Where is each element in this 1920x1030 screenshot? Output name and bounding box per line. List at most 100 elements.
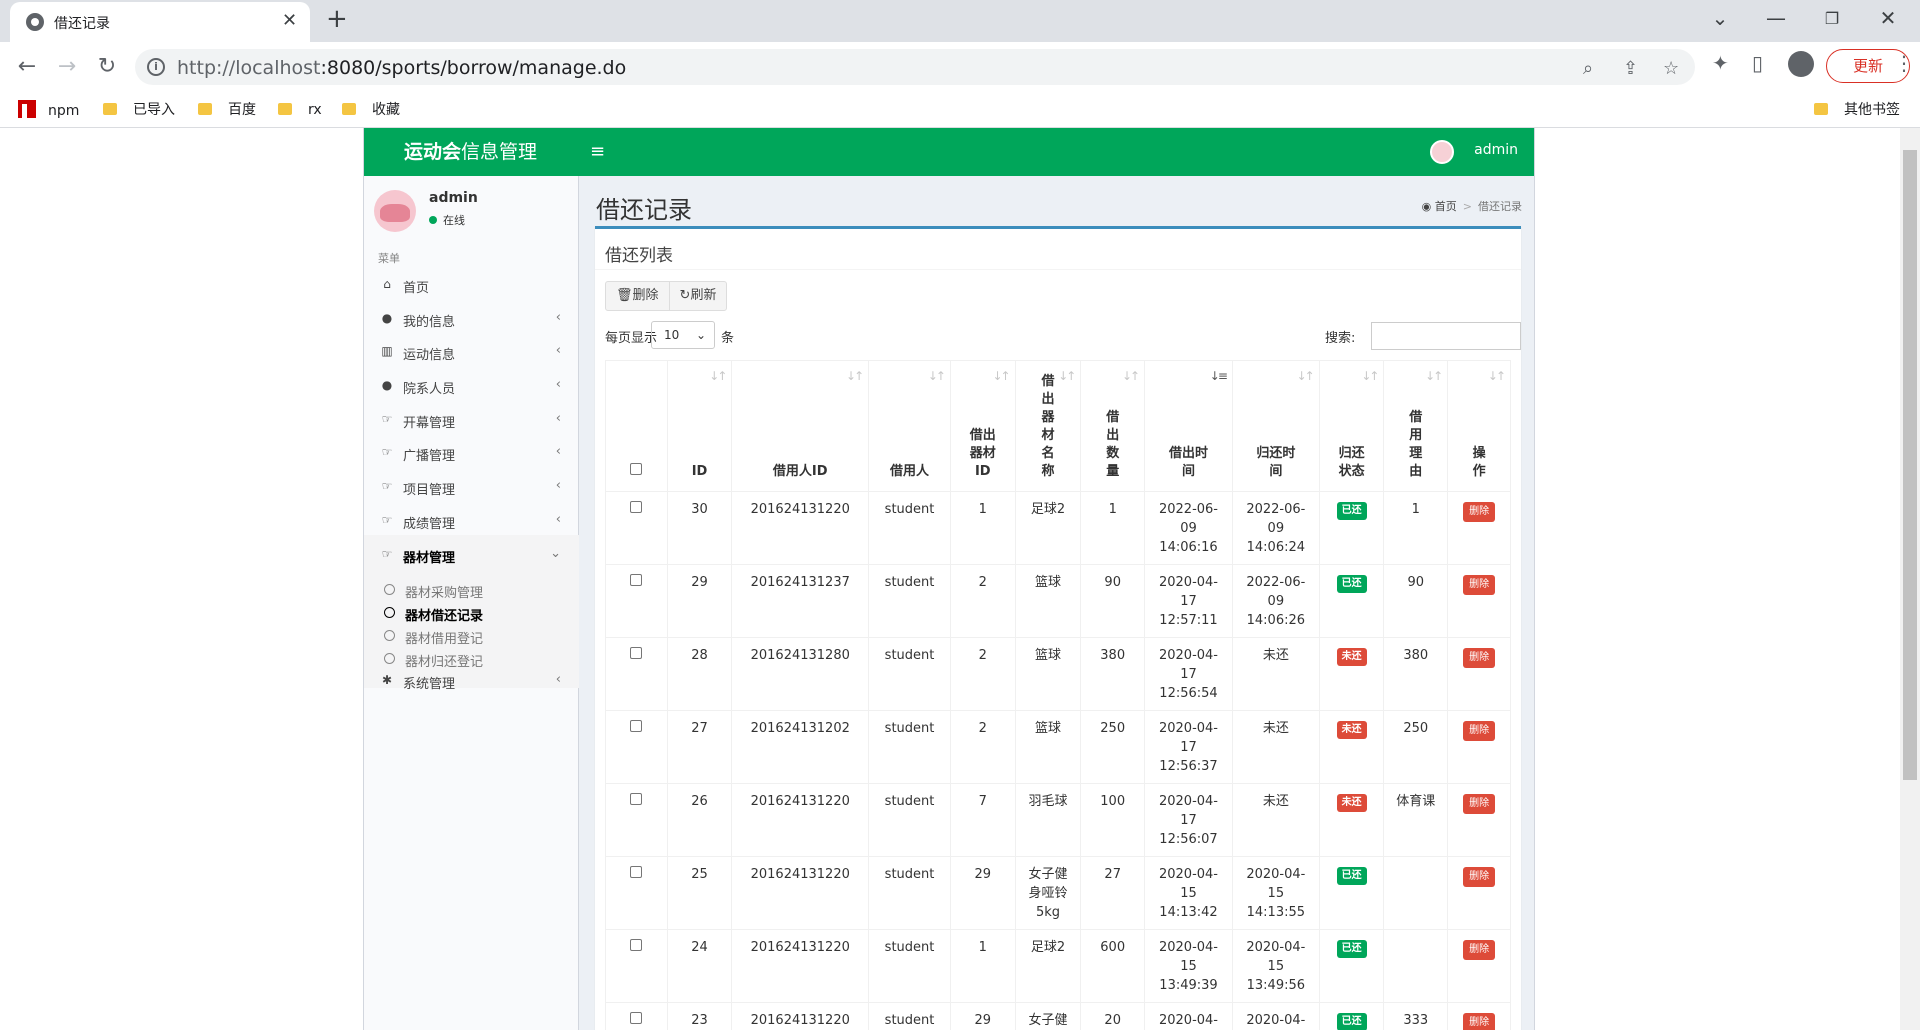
top-header: 运动会信息管理 ≡ admin [364,128,1534,176]
cell-out: 2020-04- 17 12:56:54 [1144,637,1233,711]
row-checkbox[interactable] [630,939,643,951]
column-header[interactable]: ↓↑ 归还 状态 [1318,360,1385,492]
page-length-select[interactable]: 10 ⌄ [651,321,715,349]
scrollbar-thumb[interactable] [1903,150,1917,780]
cell-uid: 201624131220 [731,856,870,930]
cell-eqname: 羽毛球 [1014,783,1082,857]
row-delete-button[interactable]: 删除 [1463,1013,1496,1030]
bookmark-star-icon[interactable]: ☆ [1663,58,1679,79]
cell-id: 27 [666,710,733,784]
row-checkbox[interactable] [630,866,643,878]
column-header[interactable]: ↓↑ 借用人ID [731,360,870,492]
cell-status: 已还 [1318,564,1385,638]
url-field[interactable]: i http://localhost:8080/sports/borrow/ma… [135,49,1695,85]
header-user-name[interactable]: admin [1474,142,1518,158]
cell-out: 2020-04- 15 13:49:39 [1144,929,1233,1003]
row-checkbox[interactable] [630,647,643,659]
bookmark-imported[interactable]: 已导入 [103,100,175,120]
column-header[interactable]: ↓↑ 借出 器材 ID [949,360,1016,492]
cell-out: 2022-06- 09 14:06:16 [1144,491,1233,565]
row-checkbox[interactable] [630,1012,643,1024]
forward-icon[interactable]: → [52,54,82,79]
column-header[interactable]: ↓≡ 借出时 间 [1144,360,1233,492]
url-text[interactable]: http://localhost:8080/sports/borrow/mana… [177,57,626,79]
sidebar: admin 在线 菜单 ⌂ 首页 ● 我的信息 ‹ ▥ 运动信息 ‹ ● 院系人员 ‹ ☞ 开幕… [364,176,579,1030]
row-delete-button[interactable]: 删除 [1463,867,1496,887]
sort-desc-icon: ↓≡ [1209,369,1228,383]
minimize-button[interactable]: — [1756,6,1796,30]
cell-back: 2020-04- [1231,1002,1320,1030]
sidebar-toggle-icon[interactable]: ≡ [590,141,605,162]
cell-reason: 90 [1383,564,1449,638]
row-delete-button[interactable]: 删除 [1463,575,1496,595]
cell-reason: 333 [1383,1002,1449,1030]
app-logo[interactable]: 运动会信息管理 [364,128,577,176]
column-header[interactable]: ↓↑ 操 作 [1447,360,1511,492]
bookmark-npm[interactable]: npm [18,100,79,120]
menu-header: 菜单 [378,252,400,265]
column-header[interactable]: ↓↑ ID [666,360,733,492]
menu-kebab-icon[interactable]: ⋮ [1894,51,1914,75]
close-tab-icon[interactable]: ✕ [282,10,297,31]
close-window-button[interactable]: ✕ [1868,6,1908,30]
row-select-cell [605,783,668,857]
sort-icon: ↓↑ [1361,369,1379,383]
column-header[interactable]: ↓↑ 借 用 理 由 [1383,360,1449,492]
sort-icon: ↓↑ [1121,369,1140,383]
row-checkbox[interactable] [630,720,643,732]
bar-chart-icon: ▥ [381,344,393,358]
page-length-suffix: 条 [721,331,735,346]
bookmark-baidu[interactable]: 百度 [198,100,256,120]
browser-tab[interactable]: 借还记录 ✕ [10,2,310,42]
column-header[interactable]: ↓↑ 借 出 数 量 [1080,360,1146,492]
new-tab-button[interactable]: + [326,6,348,32]
restore-button[interactable]: ❐ [1812,9,1852,28]
reload-icon[interactable]: ↻ [92,54,122,79]
column-header[interactable]: ↓↑ 归还时 间 [1231,360,1320,492]
sidebar-item-system[interactable]: ✱ 系统管理 ‹ [364,661,579,702]
side-panel-icon[interactable]: ▯ [1752,51,1763,75]
select-all-checkbox[interactable] [630,463,643,475]
row-delete-button[interactable]: 删除 [1463,940,1496,960]
row-delete-button[interactable]: 删除 [1463,794,1496,814]
tab-search-icon[interactable]: ⌄ [1700,6,1740,30]
row-delete-button[interactable]: 删除 [1463,502,1496,522]
status-badge: 未还 [1336,794,1367,812]
row-delete-button[interactable]: 删除 [1463,721,1496,741]
row-checkbox[interactable] [630,793,643,805]
delete-button[interactable]: 🗑删除 [606,282,669,310]
column-header[interactable]: ↓↑ 借 出 器 材 名 称 [1014,360,1082,492]
breadcrumb-home[interactable]: 首页 [1435,200,1457,213]
bookmark-other[interactable]: 其他书签 [1814,100,1900,120]
row-delete-button[interactable]: 删除 [1463,648,1496,668]
search-input[interactable] [1371,322,1521,350]
profile-avatar-icon[interactable] [1788,51,1814,77]
back-icon[interactable]: ← [12,54,42,79]
user-avatar[interactable] [1430,140,1454,164]
row-checkbox[interactable] [630,574,643,586]
site-info-icon[interactable]: i [147,58,165,76]
zoom-icon[interactable]: ⌕ [1583,58,1593,79]
cell-id: 30 [666,491,733,565]
row-checkbox[interactable] [630,501,643,513]
box-title: 借还列表 [605,246,673,266]
cell-eqid: 2 [949,637,1016,711]
url-host: http://localhost [177,57,321,79]
extensions-icon[interactable]: ✦ [1712,51,1729,75]
column-header[interactable]: ↓↑ 借用人 [868,360,951,492]
cell-back: 未还 [1231,783,1320,857]
row-select-cell [605,564,668,638]
refresh-button[interactable]: ↻刷新 [668,282,727,310]
page-scrollbar[interactable] [1900,128,1920,1030]
cell-user: student [868,564,951,638]
bookmark-rx[interactable]: rx [278,100,322,120]
toolbar-button-group: 🗑删除 ↻刷新 [605,281,728,311]
sidebar-item-equipment[interactable]: ☞ 器材管理 ⌄ [364,535,579,576]
cell-status: 未还 [1318,710,1385,784]
status-badge: 已还 [1336,502,1367,520]
share-icon[interactable]: ⇪ [1623,58,1638,79]
row-select-cell [605,856,668,930]
folder-icon [278,103,292,115]
status-badge: 已还 [1336,867,1367,885]
bookmark-favorites[interactable]: 收藏 [342,100,400,120]
